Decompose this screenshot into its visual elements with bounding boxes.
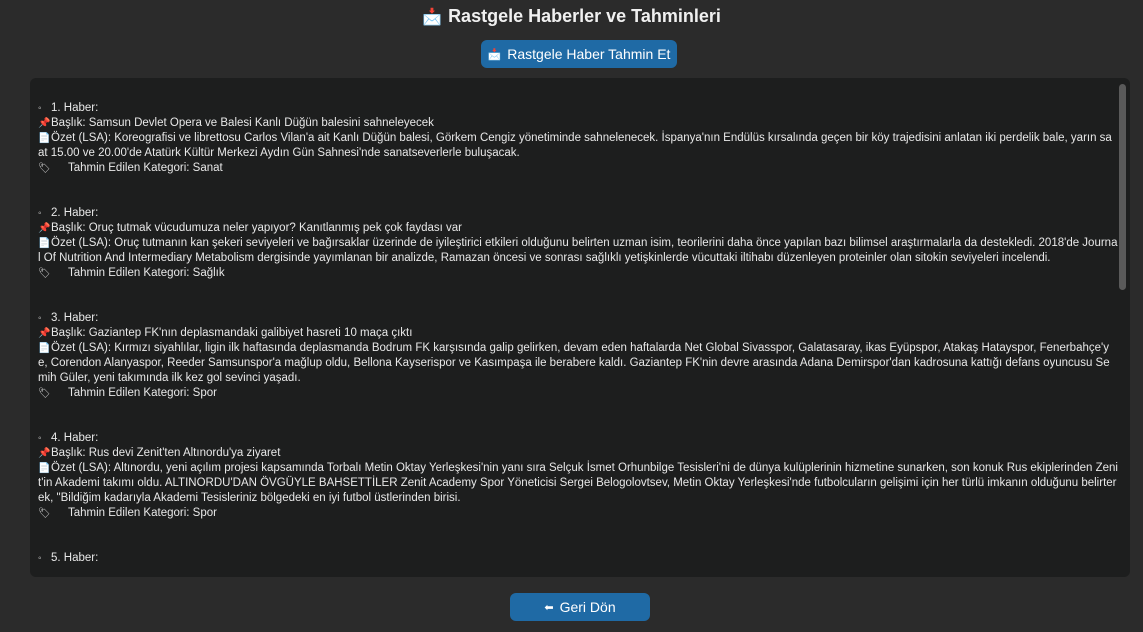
page-title: 📩 Rastgele Haberler ve Tahminleri xyxy=(0,6,1143,27)
news-summary: 📄Özet (LSA): Koreografisi ve librettosu … xyxy=(38,131,1118,161)
pin-icon: 📌 xyxy=(38,223,51,234)
news-heading-text: 5. Haber: xyxy=(51,552,99,564)
news-results-panel[interactable]: ◦ 1. Haber: 📌Başlık: Samsun Devlet Opera v… xyxy=(30,78,1130,577)
news-category: 🏷 Tahmin Edilen Kategori: Spor xyxy=(38,506,1118,521)
bullet-icon: ◦ xyxy=(38,103,42,114)
news-heading: ◦ 4. Haber: xyxy=(38,431,1118,446)
news-heading-text: 2. Haber: xyxy=(51,207,99,219)
bullet-icon: ◦ xyxy=(38,553,42,564)
news-title: 📌Başlık: Rus devi Zenit'ten Altınordu'ya… xyxy=(38,446,1118,461)
news-summary-text: Özet (LSA): Oruç tutmanın kan şekeri sev… xyxy=(38,237,1118,264)
news-summary: 📄Özet (LSA): Altınordu, yeni açılım proj… xyxy=(38,461,1118,506)
news-heading: ◦ 5. Haber: xyxy=(38,551,1118,566)
news-title: 📌Başlık: Samsun Devlet Opera ve Balesi K… xyxy=(38,116,1118,131)
news-title-text: Başlık: Samsun Devlet Opera ve Balesi Ka… xyxy=(51,117,434,129)
news-title: 📌Başlık: Gaziantep FK'nın deplasmandaki … xyxy=(38,326,1118,341)
news-heading-text: 3. Haber: xyxy=(51,312,99,324)
document-icon: 📄 xyxy=(38,133,51,144)
pin-icon: 📌 xyxy=(38,118,51,129)
predict-button-label: Rastgele Haber Tahmin Et xyxy=(507,46,671,62)
document-icon: 📄 xyxy=(38,238,51,249)
news-heading: ◦ 1. Haber: xyxy=(38,101,1118,116)
news-category: 🏷 Tahmin Edilen Kategori: Sağlık xyxy=(38,266,1118,281)
news-summary-text: Özet (LSA): Koreografisi ve librettosu C… xyxy=(38,132,1112,159)
news-summary: 📄Özet (LSA): Kırmızı siyahlılar, ligin i… xyxy=(38,341,1118,386)
news-title-text: Başlık: Oruç tutmak vücudumuza neler yap… xyxy=(51,222,462,234)
news-title-text: Başlık: Rus devi Zenit'ten Altınordu'ya … xyxy=(51,447,281,459)
pin-icon: 📌 xyxy=(38,448,51,459)
bullet-icon: ◦ xyxy=(38,313,42,324)
news-title: 📌Başlık: Oruç tutmak vücudumuza neler ya… xyxy=(38,221,1118,236)
page-title-text: Rastgele Haberler ve Tahminleri xyxy=(448,6,721,26)
news-summary: 📄Özet (LSA): Oruç tutmanın kan şekeri se… xyxy=(38,236,1118,266)
news-item: ◦ 2. Haber: 📌Başlık: Oruç tutmak vücudumuz… xyxy=(38,206,1118,281)
back-button-label: Geri Dön xyxy=(559,599,616,615)
news-heading: ◦ 2. Haber: xyxy=(38,206,1118,221)
news-category: 🏷 Tahmin Edilen Kategori: Spor xyxy=(38,386,1118,401)
news-heading-text: 4. Haber: xyxy=(51,432,99,444)
tag-icon: 🏷 xyxy=(38,388,51,399)
news-list: ◦ 1. Haber: 📌Başlık: Samsun Devlet Opera v… xyxy=(38,101,1118,577)
news-item: ◦ 5. Haber: xyxy=(38,551,1118,566)
news-title-text: Başlık: Gaziantep FK'nın deplasmandaki g… xyxy=(51,327,413,339)
news-item: ◦ 1. Haber: 📌Başlık: Samsun Devlet Opera v… xyxy=(38,101,1118,176)
news-item: ◦ 4. Haber: 📌Başlık: Rus devi Zenit'ten Al… xyxy=(38,431,1118,521)
envelope-icon: 📩 xyxy=(487,48,502,61)
back-arrow-icon: ⬅ xyxy=(544,601,554,614)
news-category: 🏷 Tahmin Edilen Kategori: Sanat xyxy=(38,161,1118,176)
news-summary-text: Özet (LSA): Kırmızı siyahlılar, ligin il… xyxy=(38,342,1110,384)
tag-icon: 🏷 xyxy=(38,508,51,519)
bullet-icon: ◦ xyxy=(38,433,42,444)
news-category-text: Tahmin Edilen Kategori: Sağlık xyxy=(68,267,225,279)
news-summary-text: Özet (LSA): Altınordu, yeni açılım proje… xyxy=(38,462,1118,504)
document-icon: 📄 xyxy=(38,463,51,474)
news-category-text: Tahmin Edilen Kategori: Sanat xyxy=(68,162,223,174)
tag-icon: 🏷 xyxy=(38,268,51,279)
news-heading: ◦ 3. Haber: xyxy=(38,311,1118,326)
news-heading-text: 1. Haber: xyxy=(51,102,99,114)
envelope-icon: 📩 xyxy=(422,9,443,26)
pin-icon: 📌 xyxy=(38,328,51,339)
news-category-text: Tahmin Edilen Kategori: Spor xyxy=(68,507,217,519)
bullet-icon: ◦ xyxy=(38,208,42,219)
document-icon: 📄 xyxy=(38,343,51,354)
back-button[interactable]: ⬅ Geri Dön xyxy=(510,593,650,621)
predict-random-news-button[interactable]: 📩 Rastgele Haber Tahmin Et xyxy=(481,40,677,68)
news-category-text: Tahmin Edilen Kategori: Spor xyxy=(68,387,217,399)
news-item: ◦ 3. Haber: 📌Başlık: Gaziantep FK'nın depl… xyxy=(38,311,1118,401)
tag-icon: 🏷 xyxy=(38,163,51,174)
scrollbar[interactable] xyxy=(1119,84,1126,290)
